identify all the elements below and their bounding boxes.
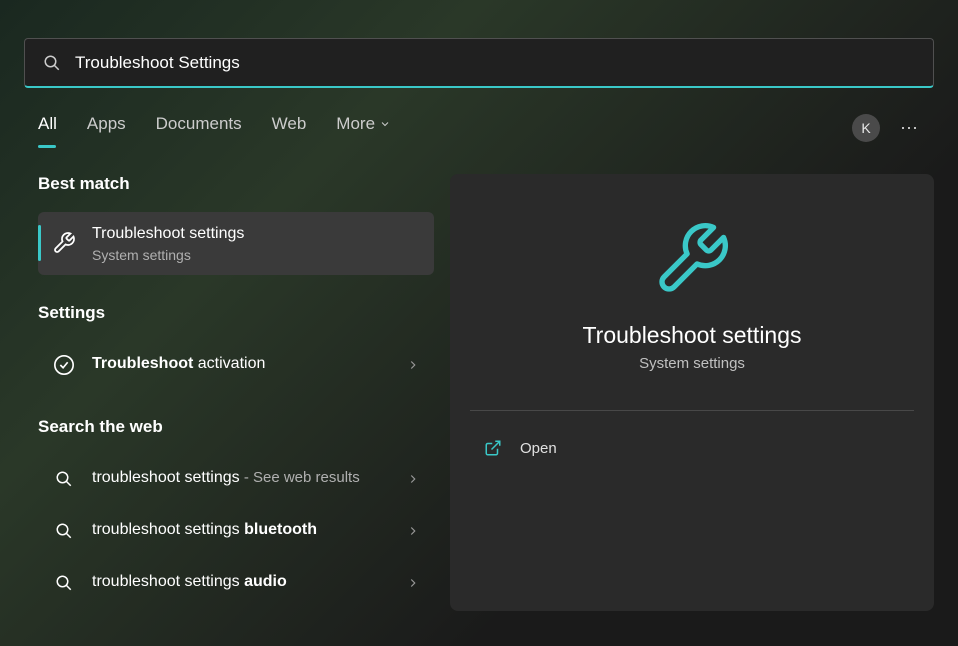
section-settings: Settings <box>38 303 434 323</box>
tab-web[interactable]: Web <box>272 114 307 142</box>
result-title: troubleshoot settings bluetooth <box>92 520 406 541</box>
result-title: troubleshoot settings audio <box>92 572 406 593</box>
result-troubleshoot-activation[interactable]: Troubleshoot activation <box>38 341 434 389</box>
external-link-icon <box>484 439 502 457</box>
result-subtitle: System settings <box>92 247 420 263</box>
tab-apps[interactable]: Apps <box>87 114 126 142</box>
result-troubleshoot-settings[interactable]: Troubleshoot settings System settings <box>38 212 434 275</box>
search-icon <box>43 54 61 72</box>
result-web-troubleshoot-bluetooth[interactable]: troubleshoot settings bluetooth <box>38 507 434 555</box>
chevron-right-icon <box>406 472 420 486</box>
more-options-button[interactable]: ⋯ <box>900 118 920 139</box>
result-web-troubleshoot-settings[interactable]: troubleshoot settings - See web results <box>38 455 434 503</box>
checkmark-circle-icon <box>52 353 76 377</box>
open-action[interactable]: Open <box>470 411 914 471</box>
wrench-icon <box>52 231 76 255</box>
wrench-icon-large <box>647 214 737 304</box>
detail-panel: Troubleshoot settings System settings Op… <box>450 174 934 611</box>
result-title: Troubleshoot activation <box>92 354 406 375</box>
search-icon <box>52 519 76 543</box>
action-label: Open <box>520 440 557 457</box>
chevron-down-icon <box>379 118 391 130</box>
result-title: troubleshoot settings - See web results <box>92 468 406 489</box>
filter-tabs: All Apps Documents Web More <box>38 114 391 142</box>
detail-title: Troubleshoot settings <box>582 322 801 349</box>
result-web-troubleshoot-audio[interactable]: troubleshoot settings audio <box>38 559 434 607</box>
chevron-right-icon <box>406 358 420 372</box>
section-search-web: Search the web <box>38 417 434 437</box>
user-avatar[interactable]: K <box>852 114 880 142</box>
tab-documents[interactable]: Documents <box>156 114 242 142</box>
search-icon <box>52 571 76 595</box>
tab-more[interactable]: More <box>336 114 391 142</box>
section-best-match: Best match <box>38 174 434 194</box>
results-panel: Best match Troubleshoot settings System … <box>24 174 434 611</box>
chevron-right-icon <box>406 576 420 590</box>
result-title: Troubleshoot settings <box>92 224 420 245</box>
search-input[interactable] <box>75 53 915 73</box>
tab-all[interactable]: All <box>38 114 57 142</box>
search-box[interactable] <box>24 38 934 88</box>
chevron-right-icon <box>406 524 420 538</box>
search-icon <box>52 467 76 491</box>
detail-subtitle: System settings <box>639 355 745 372</box>
